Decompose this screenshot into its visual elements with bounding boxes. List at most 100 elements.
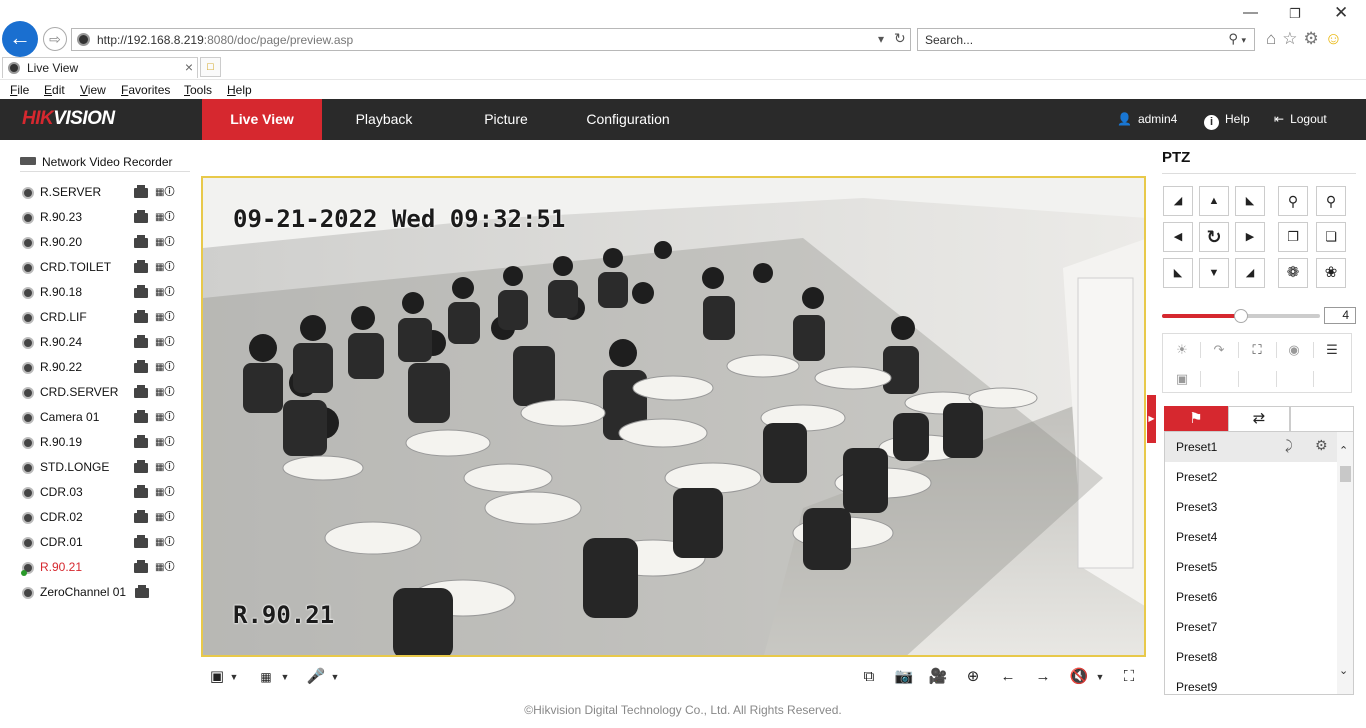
ptz-down-right-icon[interactable]: ◢	[1235, 258, 1265, 288]
start-preview-icon[interactable]	[134, 410, 148, 423]
start-preview-icon[interactable]	[134, 310, 148, 323]
ptz-down-left-icon[interactable]: ◣	[1163, 258, 1193, 288]
start-preview-icon[interactable]	[134, 560, 148, 573]
start-preview-icon[interactable]	[134, 485, 148, 498]
light-icon[interactable]: ☀	[1171, 340, 1193, 360]
preset-item[interactable]: Preset9	[1165, 672, 1337, 694]
menu-help[interactable]: Help	[227, 83, 252, 97]
start-preview-icon[interactable]	[135, 585, 149, 598]
camera-item[interactable]: R.90.20 ▦ⓘ	[22, 234, 182, 254]
tab-preset[interactable]: ⚑	[1164, 406, 1228, 432]
ptz-control-icon[interactable]: ▦ⓘ	[155, 411, 174, 425]
close-window-icon[interactable]: ✕	[1334, 3, 1348, 23]
3d-positioning-icon[interactable]: ⛶	[1246, 340, 1268, 360]
preset-item[interactable]: Preset5	[1165, 552, 1337, 582]
iris-close-icon[interactable]: ❀	[1316, 258, 1346, 288]
set-preset-gear-icon[interactable]: ⚙	[1315, 437, 1328, 454]
camera-item[interactable]: R.90.18 ▦ⓘ	[22, 284, 182, 304]
menu-file[interactable]: File	[10, 83, 29, 97]
ptz-control-icon[interactable]: ▦ⓘ	[155, 286, 174, 300]
start-preview-icon[interactable]	[134, 210, 148, 223]
ptz-right-icon[interactable]: ▶	[1235, 222, 1265, 252]
start-preview-icon[interactable]	[134, 535, 148, 548]
nav-picture[interactable]: Picture	[456, 99, 556, 140]
call-preset-icon[interactable]: ⤸	[1285, 438, 1293, 454]
start-preview-icon[interactable]	[134, 510, 148, 523]
capture-icon[interactable]: 📷	[893, 668, 915, 686]
next-page-icon[interactable]: →	[1032, 668, 1054, 686]
user-menu[interactable]: 👤 admin4	[1117, 99, 1177, 140]
start-preview-icon[interactable]	[134, 360, 148, 373]
ptz-speed-slider[interactable]	[1234, 309, 1248, 323]
camera-item[interactable]: STD.LONGE ▦ⓘ	[22, 459, 182, 479]
camera-item[interactable]: R.90.23 ▦ⓘ	[22, 209, 182, 229]
camera-item[interactable]: ZeroChannel 01	[22, 584, 182, 604]
logout-link[interactable]: ⇤ Logout	[1274, 99, 1327, 140]
ptz-control-icon[interactable]: ▦ⓘ	[155, 186, 174, 200]
camera-item[interactable]: CDR.03 ▦ⓘ	[22, 484, 182, 504]
live-video-view[interactable]: 09-21-2022 Wed 09:32:51 R.90.21	[201, 176, 1146, 657]
zoom-out-icon[interactable]: ⚲	[1278, 186, 1308, 216]
preset-item[interactable]: Preset1 ⤸ ⚙	[1165, 432, 1337, 462]
camera-item[interactable]: R.90.19 ▦ⓘ	[22, 434, 182, 454]
ptz-up-left-icon[interactable]: ◢	[1163, 186, 1193, 216]
camera-item[interactable]: CRD.SERVER ▦ⓘ	[22, 384, 182, 404]
previous-page-icon[interactable]: ←	[997, 668, 1019, 686]
wiper-icon[interactable]: ↷	[1208, 340, 1230, 360]
ptz-control-icon[interactable]: ▦ⓘ	[155, 336, 174, 350]
focus-far-icon[interactable]: ❏	[1316, 222, 1346, 252]
ptz-left-icon[interactable]: ◀	[1163, 222, 1193, 252]
volume-dropdown-icon[interactable]: ▼	[1094, 668, 1106, 686]
preset-item[interactable]: Preset2	[1165, 462, 1337, 492]
microphone-icon[interactable]: 🎤	[305, 668, 327, 686]
close-tab-icon[interactable]: ×	[185, 59, 193, 75]
camera-item[interactable]: R.90.22 ▦ⓘ	[22, 359, 182, 379]
help-link[interactable]: i Help	[1204, 99, 1250, 140]
menu-favorites[interactable]: Favorites	[121, 83, 170, 97]
camera-item[interactable]: CDR.02 ▦ⓘ	[22, 509, 182, 529]
ptz-control-icon[interactable]: ▦ⓘ	[155, 461, 174, 475]
layout-dropdown-icon[interactable]: ▼	[228, 668, 240, 686]
ptz-control-icon[interactable]: ▦ⓘ	[155, 211, 174, 225]
scroll-up-icon[interactable]: ⌃	[1339, 444, 1348, 457]
mute-icon[interactable]: 🔇	[1068, 668, 1090, 686]
nav-playback[interactable]: Playback	[334, 99, 434, 140]
ptz-control-icon[interactable]: ▦ⓘ	[155, 536, 174, 550]
collapse-panel-handle[interactable]: ▶	[1147, 395, 1156, 443]
feedback-smiley-icon[interactable]: ☺	[1325, 29, 1348, 48]
camera-item[interactable]: R.90.24 ▦ⓘ	[22, 334, 182, 354]
camera-item[interactable]: R.90.21 ▦ⓘ	[21, 559, 182, 579]
start-preview-icon[interactable]	[134, 235, 148, 248]
camera-item[interactable]: Camera 01 ▦ⓘ	[22, 409, 182, 429]
search-icon[interactable]: ⚲ ▾	[1228, 31, 1246, 47]
ptz-speed-value[interactable]: 4	[1324, 307, 1356, 324]
more-menu-icon[interactable]: ☰	[1321, 340, 1343, 360]
ptz-control-icon[interactable]: ▦ⓘ	[155, 361, 174, 375]
start-preview-icon[interactable]	[134, 385, 148, 398]
start-preview-icon[interactable]	[134, 435, 148, 448]
start-preview-icon[interactable]	[134, 260, 148, 273]
window-layout-icon[interactable]: ▣	[206, 668, 228, 686]
scroll-thumb[interactable]	[1340, 466, 1351, 482]
zoom-in-icon[interactable]: ⚲	[1316, 186, 1346, 216]
tab-patrol[interactable]: ⇄	[1228, 406, 1290, 432]
preset-item[interactable]: Preset4	[1165, 522, 1337, 552]
ptz-down-icon[interactable]: ▼	[1199, 258, 1229, 288]
start-preview-icon[interactable]	[134, 285, 148, 298]
camera-item[interactable]: CRD.LIF ▦ⓘ	[22, 309, 182, 329]
preset-item[interactable]: Preset7	[1165, 612, 1337, 642]
digital-zoom-icon[interactable]: ⊕	[962, 668, 984, 686]
audio-dropdown-icon[interactable]: ▼	[329, 668, 341, 686]
ptz-control-icon[interactable]: ▦ⓘ	[155, 436, 174, 450]
ptz-control-icon[interactable]: ▦ⓘ	[155, 261, 174, 275]
minimize-icon[interactable]: —	[1243, 4, 1258, 21]
ptz-up-icon[interactable]: ▲	[1199, 186, 1229, 216]
preset-item[interactable]: Preset3	[1165, 492, 1337, 522]
manual-track-icon[interactable]: ▣	[1171, 369, 1193, 389]
scroll-down-icon[interactable]: ⌄	[1339, 664, 1348, 677]
menu-tools[interactable]: Tools	[184, 83, 212, 97]
lens-init-icon[interactable]: ◉	[1283, 340, 1305, 360]
camera-item[interactable]: CDR.01 ▦ⓘ	[22, 534, 182, 554]
stop-all-preview-icon[interactable]: ⧉	[858, 668, 880, 686]
favorites-star-icon[interactable]: ☆	[1282, 29, 1303, 48]
